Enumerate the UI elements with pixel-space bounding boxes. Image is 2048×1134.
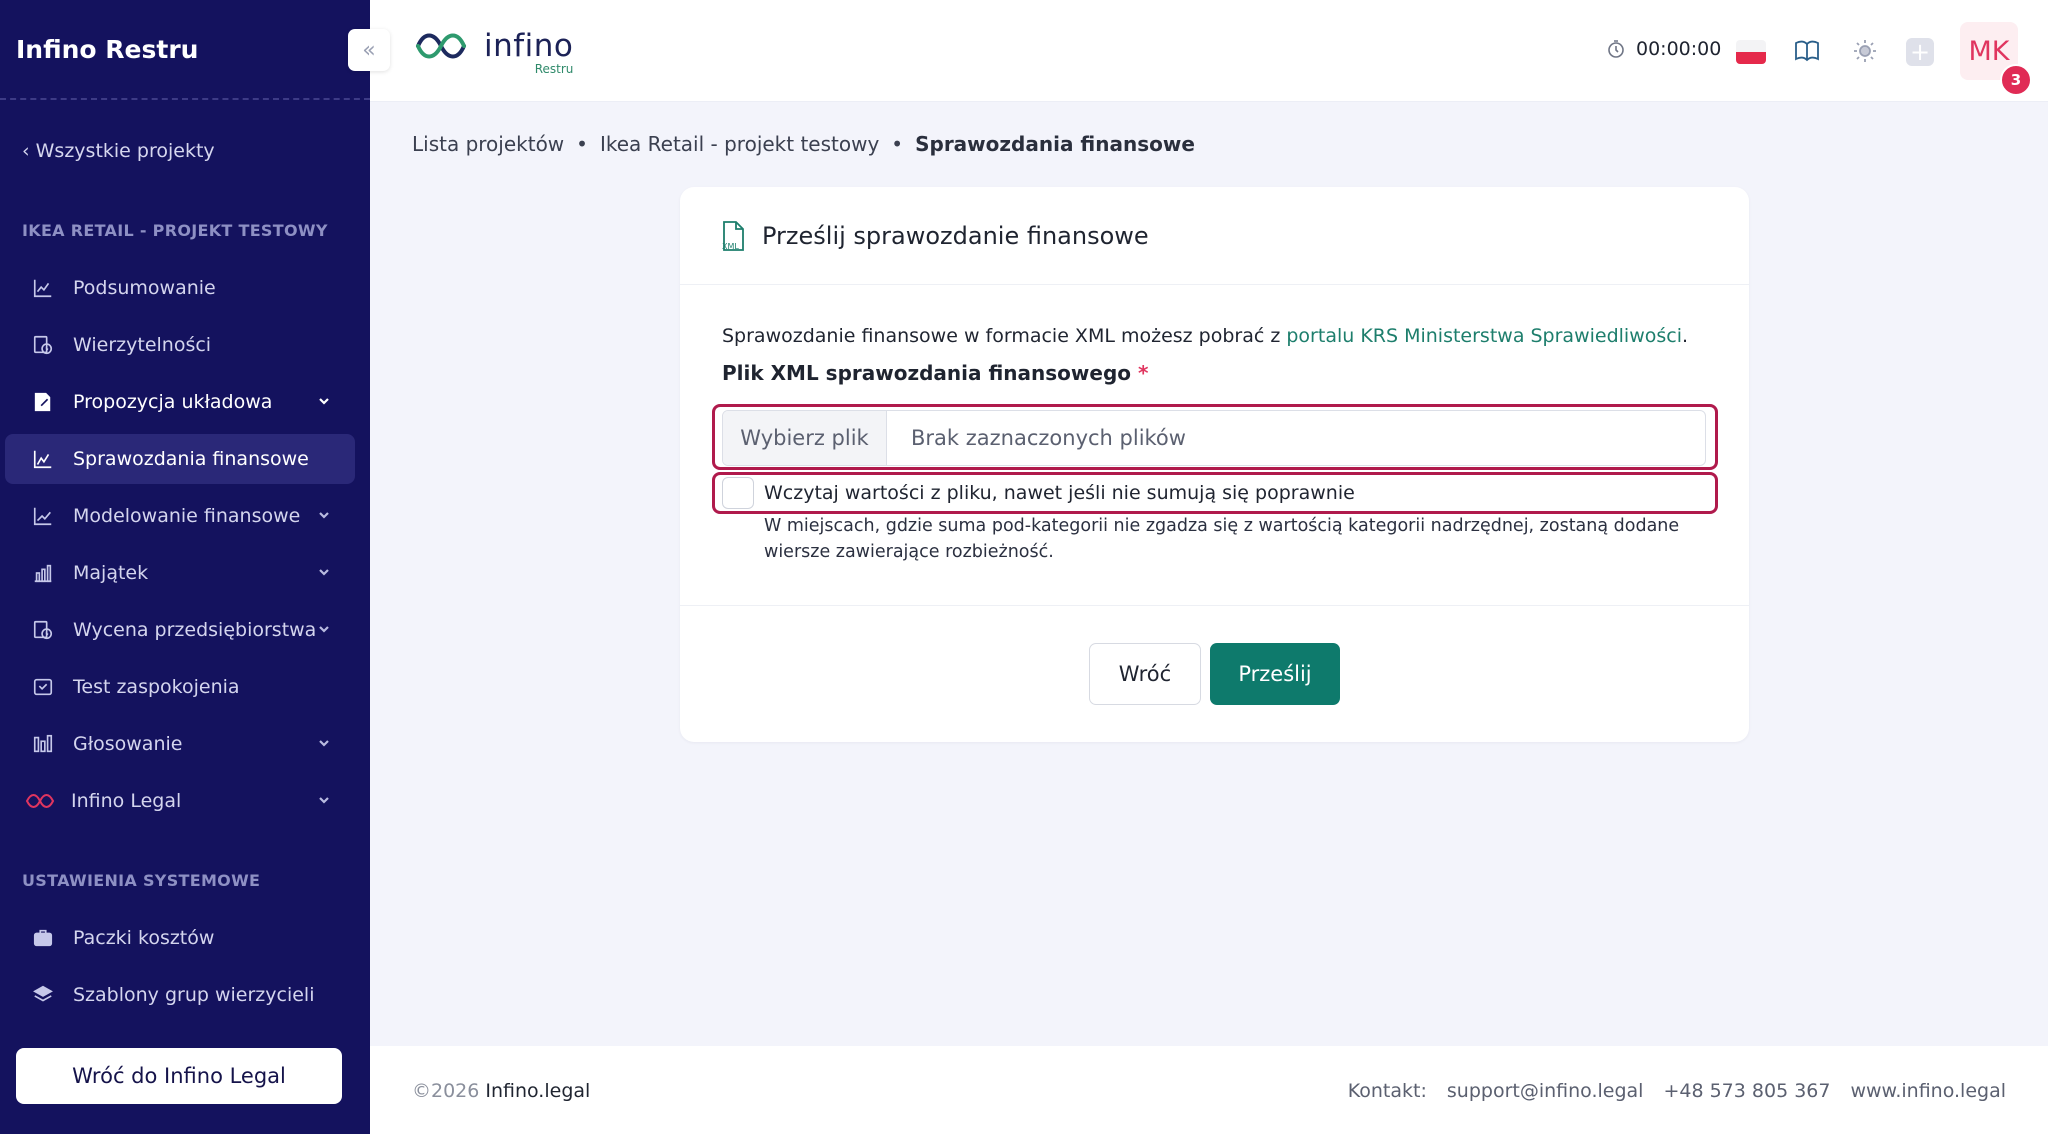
sidebar-item-infino-legal[interactable]: Infino Legal — [5, 776, 355, 826]
sidebar-collapse-button[interactable]: « — [348, 29, 390, 71]
voting-icon — [31, 732, 55, 756]
choose-file-button[interactable]: Wybierz plik — [723, 411, 887, 465]
sidebar-item-label: Wycena przedsiębiorstwa — [73, 619, 317, 641]
chevron-down-icon — [317, 505, 337, 525]
notification-badge: 3 — [2000, 64, 2032, 96]
package-icon — [31, 926, 55, 950]
session-timer: 00:00:00 — [1606, 38, 1721, 60]
force-load-checkbox[interactable] — [722, 477, 754, 509]
project-section-title: IKEA RETAIL - PROJEKT TESTOWY — [22, 221, 328, 240]
sidebar-item-creditor-group-templates[interactable]: Szablony grup wierzycieli — [5, 970, 355, 1020]
double-chevron-left-icon: « — [362, 37, 376, 63]
sidebar-item-label: Modelowanie finansowe — [73, 505, 301, 527]
add-button[interactable]: + — [1906, 38, 1934, 66]
sidebar-item-financial-modeling[interactable]: Modelowanie finansowe — [5, 491, 355, 541]
sidebar-item-label: Test zaspokojenia — [73, 676, 240, 698]
card-divider — [680, 605, 1749, 606]
all-projects-link[interactable]: ‹ Wszystkie projekty — [22, 140, 215, 162]
plus-icon: + — [1909, 38, 1931, 66]
footer-contacts: Kontakt: support@infino.legal +48 573 80… — [1328, 1080, 2006, 1102]
force-load-row: Wczytaj wartości z pliku, nawet jeśli ni… — [722, 477, 1355, 509]
breadcrumb-projects-list[interactable]: Lista projektów — [412, 132, 564, 156]
copyright: ©2026 Infino.legal — [412, 1080, 591, 1102]
sidebar-item-cost-packages[interactable]: Paczki kosztów — [5, 913, 355, 963]
breadcrumb-current: Sprawozdania finansowe — [915, 132, 1195, 156]
back-button[interactable]: Wróć — [1089, 643, 1201, 705]
intro-text: Sprawozdanie finansowe w formacie XML mo… — [722, 325, 1689, 347]
chart-line-icon — [31, 276, 55, 300]
card-header: XML Prześlij sprawozdanie finansowe — [680, 187, 1749, 285]
sidebar-item-assets[interactable]: Majątek — [5, 548, 355, 598]
infinity-logo-icon — [416, 33, 466, 59]
language-flag-icon[interactable] — [1736, 40, 1766, 64]
sidebar-item-financial-statements[interactable]: Sprawozdania finansowe — [5, 434, 355, 484]
sidebar-item-arrangement-proposal[interactable]: Propozycja układowa — [5, 377, 355, 427]
sun-theme-icon[interactable] — [1850, 36, 1880, 66]
sidebar-item-label: Propozycja układowa — [73, 391, 273, 413]
krs-portal-link[interactable]: portalu KRS Ministerstwa Sprawiedliwości — [1286, 325, 1682, 347]
breadcrumb-separator: • — [891, 132, 904, 156]
sidebar-item-summary[interactable]: Podsumowanie — [5, 263, 355, 313]
svg-text:XML: XML — [722, 242, 739, 251]
chevron-down-icon — [317, 733, 337, 753]
logo-subtext: Restru — [534, 62, 574, 76]
sidebar-item-satisfaction-test[interactable]: Test zaspokojenia — [5, 662, 355, 712]
chevron-down-icon — [317, 562, 337, 582]
chart-trend-icon — [31, 504, 55, 528]
xml-file-icon: XML — [722, 220, 744, 251]
sidebar-item-label: Wierzytelności — [73, 334, 212, 356]
support-email-link[interactable]: support@infino.legal — [1447, 1080, 1644, 1102]
sidebar-item-voting[interactable]: Głosowanie — [5, 719, 355, 769]
chevron-down-icon — [317, 619, 337, 639]
required-mark: * — [1137, 361, 1149, 385]
breadcrumb-project[interactable]: Ikea Retail - projekt testowy — [600, 132, 879, 156]
sidebar-item-label: Majątek — [73, 562, 149, 584]
return-to-infino-legal-button[interactable]: Wróć do Infino Legal — [16, 1048, 342, 1104]
breadcrumb-separator: • — [576, 132, 588, 156]
chevron-down-icon — [317, 790, 337, 810]
sidebar-item-claims[interactable]: Wierzytelności — [5, 320, 355, 370]
timer-value: 00:00:00 — [1636, 38, 1722, 60]
chevron-down-icon — [317, 391, 337, 411]
sidebar: Infino Restru ‹ Wszystkie projekty IKEA … — [0, 0, 370, 1134]
infinity-logo-icon — [23, 789, 57, 813]
checkbox-help-text: W miejscach, gdzie suma pod-kategorii ni… — [764, 516, 1680, 562]
building-chart-icon — [31, 561, 55, 585]
sidebar-brand: Infino Restru — [0, 0, 370, 100]
website-link[interactable]: www.infino.legal — [1850, 1080, 2006, 1102]
chart-area-icon — [31, 447, 55, 471]
card-title: Prześlij sprawozdanie finansowe — [762, 221, 1149, 250]
submit-button[interactable]: Prześlij — [1210, 643, 1340, 705]
valuation-icon — [31, 618, 55, 642]
file-name-display: Brak zaznaczonych plików — [911, 426, 1186, 450]
layers-icon — [31, 983, 55, 1007]
file-field-label: Plik XML sprawozdania finansowego * — [722, 361, 1149, 385]
sidebar-item-label: Głosowanie — [73, 733, 183, 755]
top-header: infino Restru 00:00:00 + MK 3 — [370, 0, 2048, 102]
file-input[interactable]: Wybierz plik Brak zaznaczonych plików — [722, 410, 1706, 466]
contact-label: Kontakt: — [1347, 1080, 1427, 1102]
document-edit-icon — [31, 390, 55, 414]
sidebar-item-label: Paczki kosztów — [73, 927, 215, 949]
force-load-label[interactable]: Wczytaj wartości z pliku, nawet jeśli ni… — [764, 482, 1355, 504]
sidebar-item-label: Podsumowanie — [73, 277, 216, 299]
sidebar-item-label: Sprawozdania finansowe — [73, 448, 309, 470]
receipt-clock-icon — [31, 333, 55, 357]
upload-card: XML Prześlij sprawozdanie finansowe Spra… — [680, 187, 1749, 742]
system-section-title: USTAWIENIA SYSTEMOWE — [22, 871, 261, 890]
phone-link[interactable]: +48 573 805 367 — [1663, 1080, 1830, 1102]
logo[interactable]: infino Restru — [412, 24, 574, 76]
logo-text: infino — [484, 28, 574, 64]
stopwatch-icon — [1608, 40, 1624, 58]
book-icon[interactable] — [1792, 36, 1822, 66]
breadcrumb: Lista projektów • Ikea Retail - projekt … — [412, 132, 1195, 156]
sidebar-item-label: Infino Legal — [71, 790, 182, 812]
page-footer: ©2026 Infino.legal Kontakt: support@infin… — [370, 1046, 2048, 1134]
footer-brand: Infino.legal — [485, 1080, 591, 1102]
sidebar-item-label: Szablony grup wierzycieli — [73, 984, 315, 1006]
sidebar-item-company-valuation[interactable]: Wycena przedsiębiorstwa — [5, 605, 355, 655]
inbox-check-icon — [31, 675, 55, 699]
